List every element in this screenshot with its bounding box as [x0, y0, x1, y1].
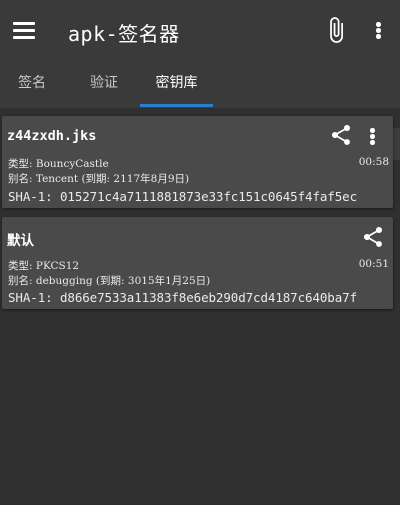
- keystore-time: 00:58: [358, 156, 389, 168]
- app-bar: apk-签名器 签名 验证 密钥库: [0, 0, 400, 108]
- keystore-type: 类型: PKCS12: [8, 260, 80, 272]
- paperclip-icon[interactable]: [322, 16, 350, 44]
- more-vert-icon[interactable]: [362, 123, 382, 149]
- tab-sign[interactable]: 签名: [0, 60, 64, 108]
- keystore-sha1: SHA-1: 015271c4a7111881873e33fc151c0645f…: [8, 189, 358, 204]
- keystore-alias: 别名: debugging (到期: 3015年1月25日): [8, 275, 211, 287]
- more-vert-icon[interactable]: [366, 16, 390, 44]
- keystore-card[interactable]: z44zxdh.jks 类型: BouncyCastle 00:58 别名: T…: [2, 116, 393, 208]
- keystore-sha1: SHA-1: d866e7533a11383f8e6eb290d7cd4187c…: [8, 290, 358, 305]
- app-title: apk-签名器: [68, 22, 180, 46]
- share-icon[interactable]: [361, 225, 387, 251]
- share-icon[interactable]: [329, 123, 355, 149]
- keystore-card[interactable]: 默认 类型: PKCS12 00:51 别名: debugging (到期: 3…: [2, 217, 393, 309]
- toolbar: apk-签名器: [0, 0, 400, 60]
- keystore-type: 类型: BouncyCastle: [8, 158, 109, 170]
- keystore-alias: 别名: Tencent (到期: 2117年8月9日): [8, 173, 190, 185]
- keystore-name: 默认: [7, 233, 34, 249]
- keystore-time: 00:51: [358, 258, 389, 270]
- menu-icon[interactable]: [10, 16, 38, 44]
- tab-bar: 签名 验证 密钥库: [0, 60, 400, 108]
- tab-verify[interactable]: 验证: [70, 60, 138, 108]
- tab-indicator: [140, 104, 213, 107]
- scroll-edge: [393, 128, 400, 160]
- keystore-name: z44zxdh.jks: [7, 128, 97, 144]
- tab-keystore[interactable]: 密钥库: [140, 60, 213, 108]
